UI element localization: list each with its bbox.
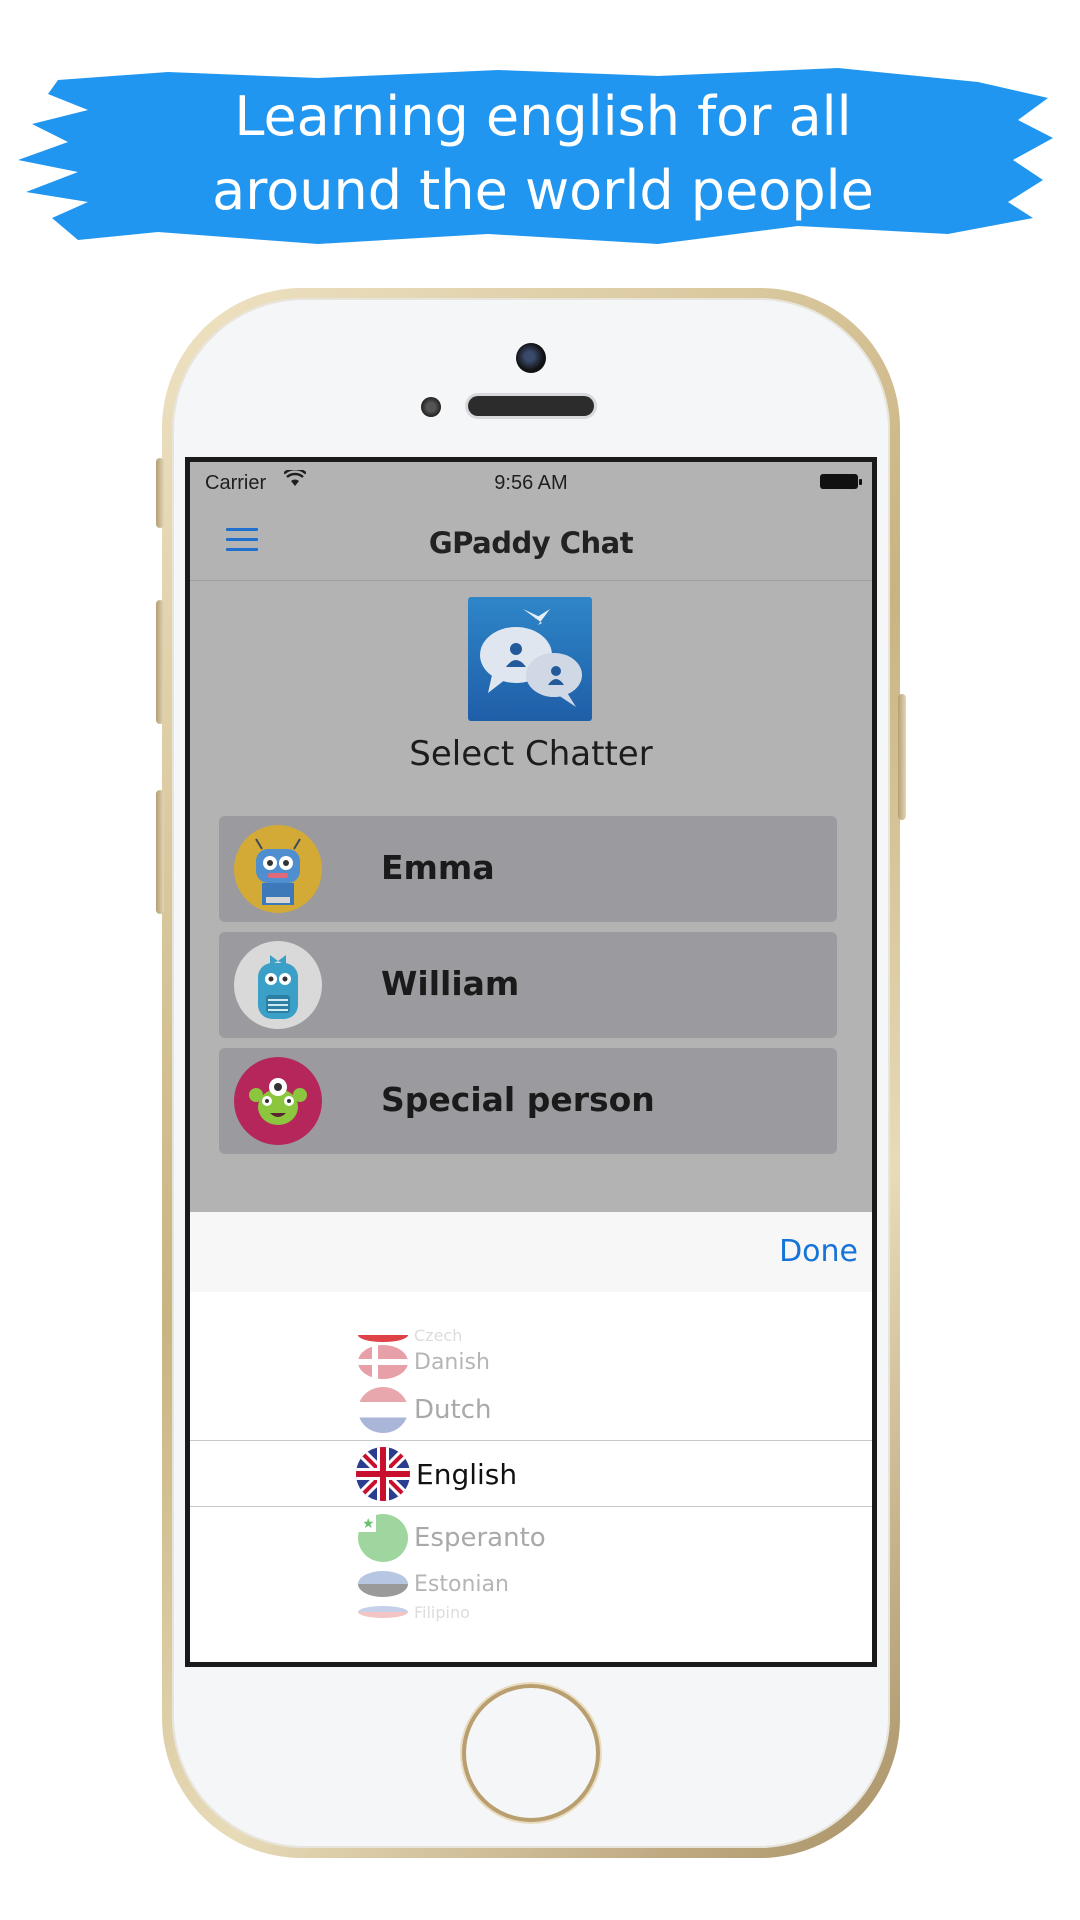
volume-up-button [156, 600, 164, 724]
robot-avatar-icon [234, 825, 322, 913]
uk-flag-icon [356, 1447, 410, 1501]
earpiece-speaker [468, 396, 594, 416]
language-picker[interactable]: Done Czech Danish Dutch English ★ Espera… [190, 1212, 872, 1662]
czech-flag-icon [358, 1328, 408, 1342]
banner-line-2: around the world people [212, 159, 874, 222]
picker-selection-top-line [190, 1440, 872, 1441]
dutch-flag-icon [358, 1387, 408, 1433]
chatter-row-william[interactable]: William [219, 932, 837, 1038]
done-button[interactable]: Done [779, 1234, 858, 1269]
picker-option-filipino[interactable]: Filipino [358, 1602, 470, 1622]
promo-banner: Learning english for all around the worl… [18, 68, 1053, 248]
battery-icon [820, 474, 862, 489]
picker-option-label: Dutch [414, 1395, 492, 1425]
chatter-row-special-person[interactable]: Special person [219, 1048, 837, 1154]
picker-option-label: English [416, 1457, 518, 1491]
picker-option-label: Danish [414, 1349, 490, 1375]
banner-headline: Learning english for all around the worl… [18, 80, 1068, 228]
danish-flag-icon [358, 1345, 408, 1379]
proximity-sensor [421, 397, 441, 417]
select-chatter-label: Select Chatter [409, 734, 653, 774]
robot-avatar-icon [234, 941, 322, 1029]
esperanto-flag-icon: ★ [358, 1514, 408, 1562]
picker-option-english[interactable]: English [356, 1446, 517, 1502]
page-title: GPaddy Chat [428, 526, 634, 560]
picker-option-estonian[interactable]: Estonian [358, 1566, 509, 1602]
picker-option-dutch[interactable]: Dutch [358, 1386, 491, 1434]
chat-bubbles-logo-icon [468, 597, 592, 721]
front-camera [516, 343, 546, 373]
chatter-name: William [381, 964, 520, 1003]
status-bar: Carrier 9:56 AM [190, 462, 872, 502]
navigation-bar: GPaddy Chat [190, 502, 872, 581]
phone-screen: Carrier 9:56 AM GPaddy Chat Select Chatt… [190, 462, 872, 1662]
chatter-name: Emma [381, 848, 495, 887]
power-button [898, 694, 906, 820]
status-time: 9:56 AM [494, 472, 568, 494]
home-button[interactable] [466, 1688, 596, 1818]
picker-option-label: Filipino [414, 1602, 470, 1622]
estonian-flag-icon [358, 1571, 408, 1597]
picker-option-danish[interactable]: Danish [358, 1342, 490, 1382]
banner-line-1: Learning english for all [234, 85, 852, 148]
chatter-row-emma[interactable]: Emma [219, 816, 837, 922]
volume-down-button [156, 790, 164, 914]
chatter-name: Special person [381, 1080, 655, 1119]
monster-avatar-icon [234, 1057, 322, 1145]
silent-switch [156, 458, 164, 528]
picker-option-label: Esperanto [414, 1523, 546, 1553]
picker-option-esperanto[interactable]: ★ Esperanto [358, 1512, 546, 1564]
picker-toolbar: Done [190, 1212, 872, 1292]
picker-option-label: Estonian [414, 1571, 509, 1597]
picker-selection-bottom-line [190, 1506, 872, 1507]
filipino-flag-icon [358, 1606, 408, 1618]
